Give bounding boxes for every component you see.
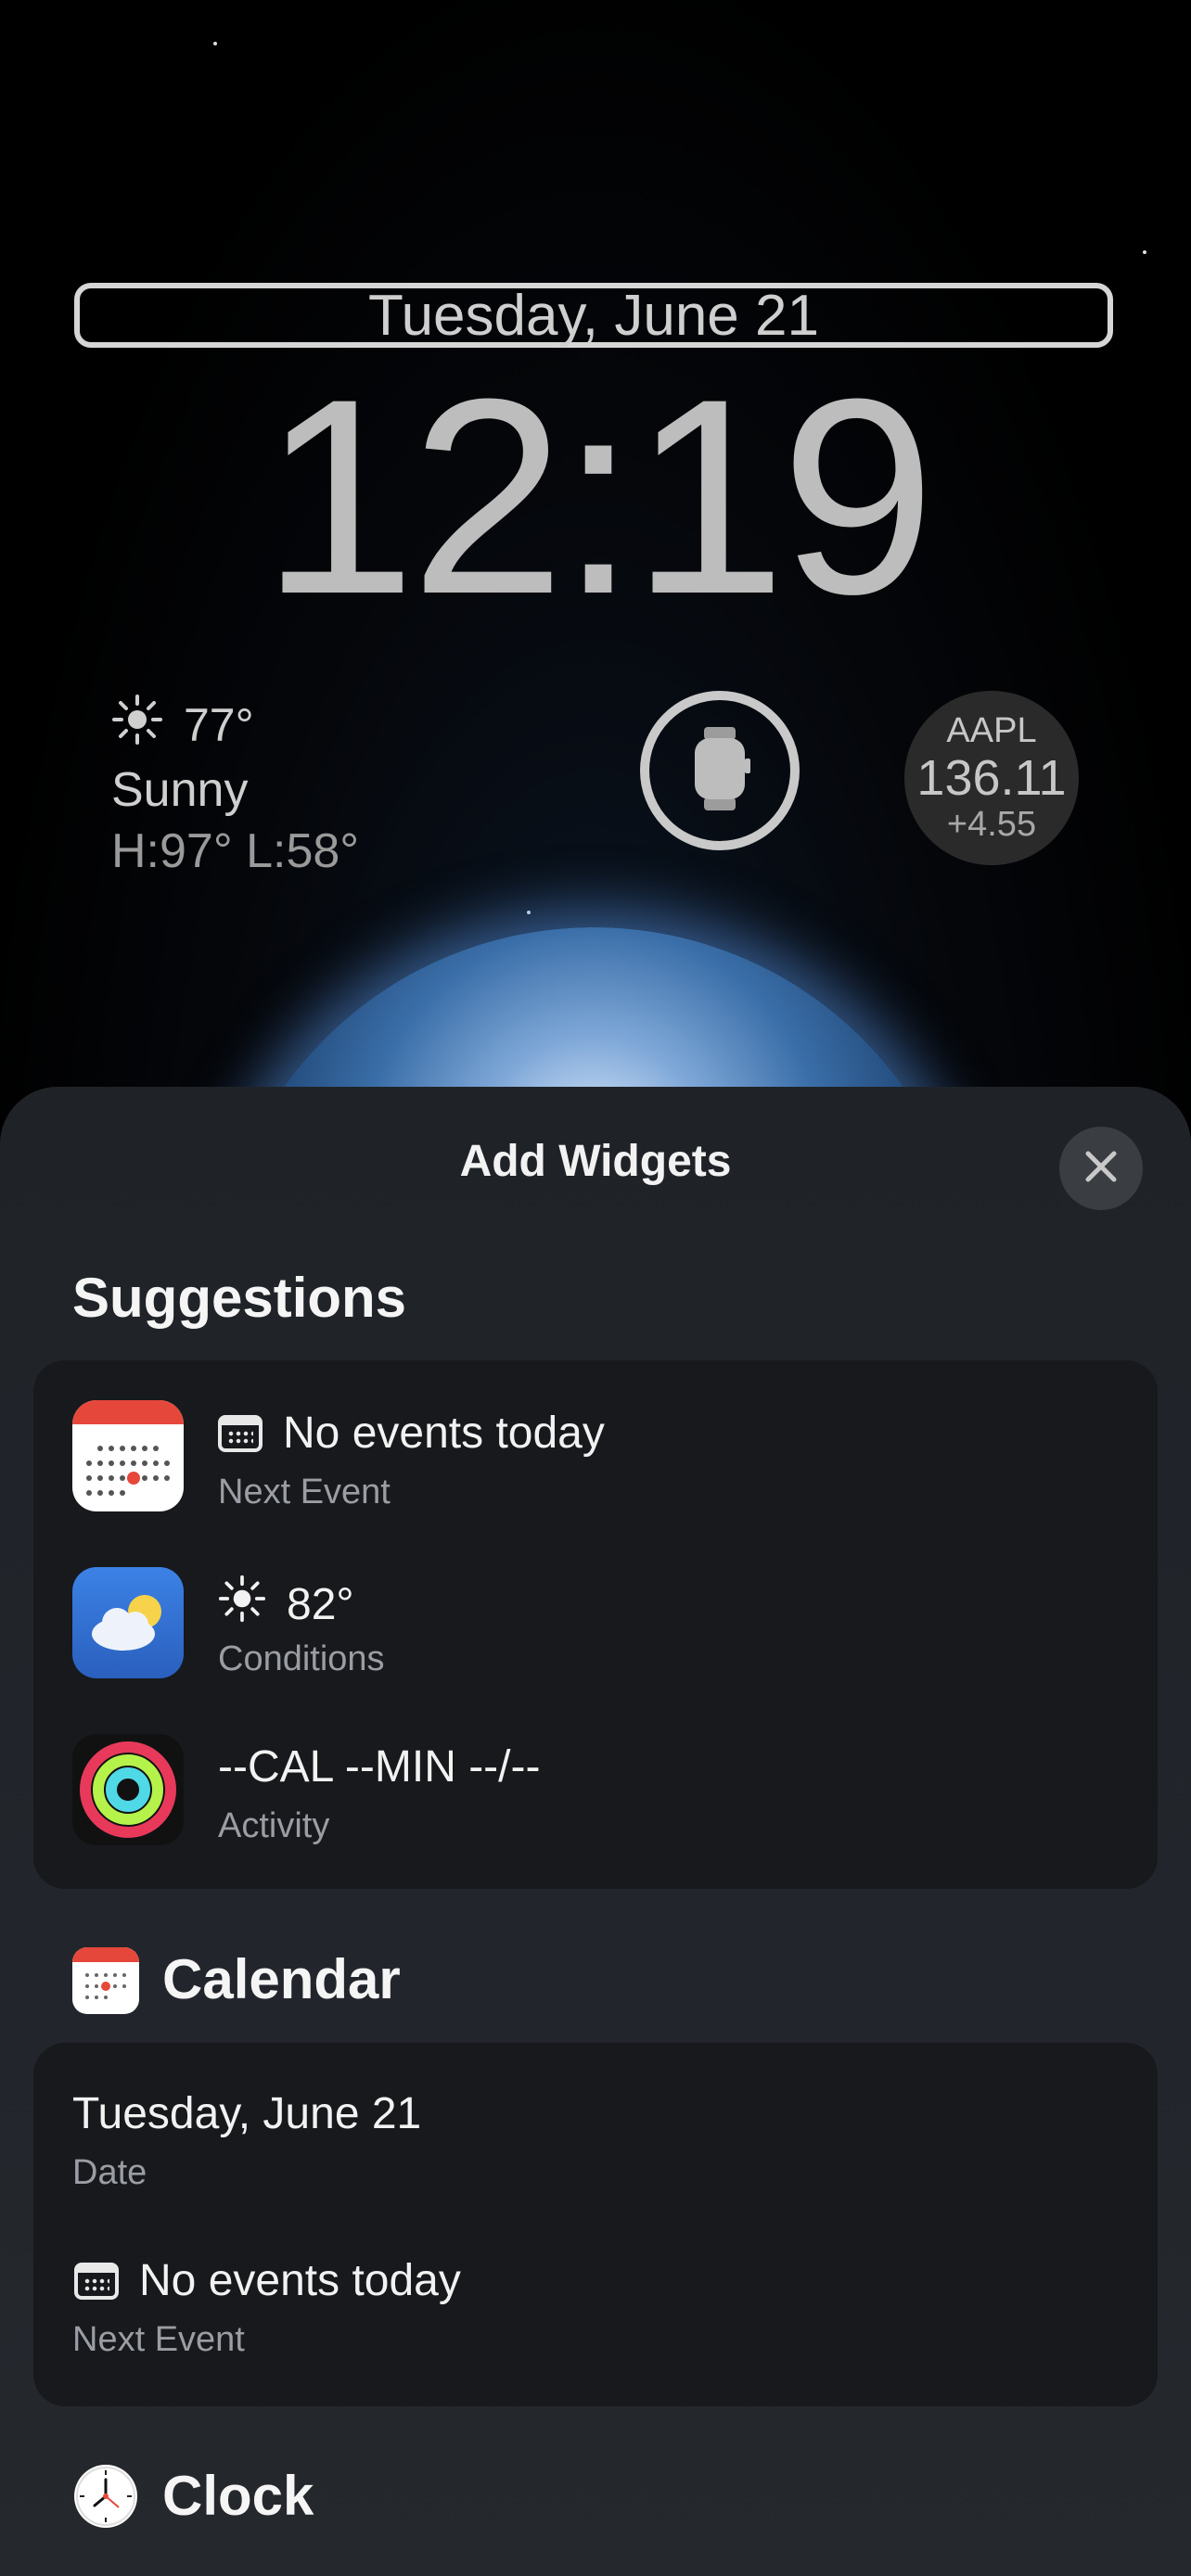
clock-heading: Clock — [162, 2465, 314, 2527]
stock-symbol: AAPL — [946, 711, 1037, 750]
lockscreen-date-widget[interactable]: Tuesday, June 21 — [74, 283, 1113, 348]
weather-widget[interactable]: 77° Sunny H:97° L:58° — [111, 694, 359, 879]
calendar-item-title: Tuesday, June 21 — [72, 2089, 422, 2138]
suggestion-title: No events today — [283, 1409, 605, 1458]
sheet-title: Add Widgets — [459, 1137, 732, 1186]
lockscreen-time[interactable]: 12:19 — [0, 357, 1191, 635]
suggestion-title: 82° — [287, 1579, 354, 1629]
star — [213, 42, 217, 45]
close-icon — [1082, 1148, 1120, 1190]
calendar-item-subtitle: Date — [72, 2153, 147, 2192]
apple-watch-icon — [687, 726, 752, 815]
calendar-icon — [74, 2262, 119, 2300]
lockscreen-date: Tuesday, June 21 — [368, 283, 819, 348]
close-button[interactable] — [1059, 1127, 1143, 1210]
calendar-app-icon — [72, 1400, 184, 1511]
sun-icon — [111, 694, 163, 757]
weather-high-low: H:97° L:58° — [111, 824, 360, 878]
suggestion-subtitle: Conditions — [218, 1639, 385, 1678]
star — [1143, 250, 1146, 254]
stock-widget[interactable]: AAPL 136.11 +4.55 — [904, 691, 1079, 865]
calendar-app-icon — [72, 1947, 139, 2014]
clock-app-icon — [74, 2465, 137, 2528]
activity-app-icon — [72, 1734, 184, 1845]
weather-condition: Sunny — [111, 763, 249, 817]
stock-change: +4.55 — [946, 805, 1037, 844]
suggestions-heading: Suggestions — [72, 1267, 407, 1329]
weather-app-icon — [72, 1567, 184, 1678]
calendar-item-title: No events today — [139, 2256, 461, 2305]
suggestion-title: --CAL --MIN --/-- — [218, 1742, 541, 1792]
sun-icon — [218, 1575, 266, 1634]
weather-temp: 77° — [184, 699, 254, 751]
calendar-item-subtitle: Next Event — [72, 2320, 245, 2359]
star — [527, 911, 531, 914]
calendar-heading: Calendar — [162, 1948, 401, 2010]
calendar-icon — [218, 1414, 263, 1452]
stock-price: 136.11 — [916, 750, 1067, 806]
suggestion-subtitle: Activity — [218, 1806, 330, 1845]
watch-widget[interactable] — [640, 691, 800, 850]
suggestion-subtitle: Next Event — [218, 1473, 391, 1511]
